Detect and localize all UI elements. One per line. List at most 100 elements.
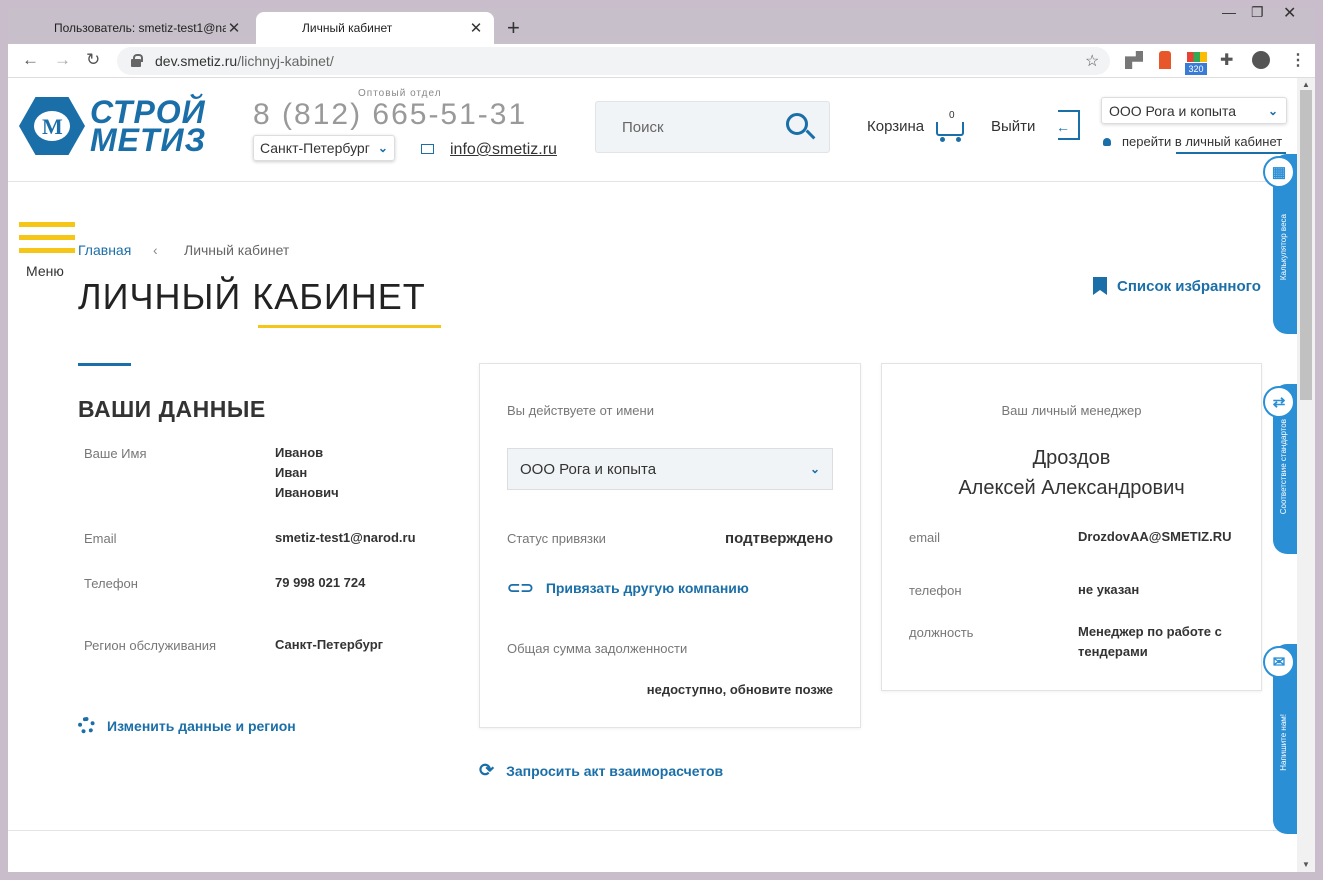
favorites-label: Список избранного — [1117, 277, 1261, 295]
menu-burger-icon[interactable] — [19, 222, 75, 261]
scroll-up-icon[interactable]: ▲ — [1302, 80, 1310, 89]
patronymic-value: Иванович — [275, 485, 339, 500]
manager-position-label: должность — [909, 625, 974, 640]
goto-cabinet-underline — [1176, 152, 1286, 154]
company-select[interactable]: ООО Рога и копыта ⌄ — [1101, 97, 1287, 124]
calculator-icon[interactable]: ▦ — [1263, 156, 1295, 188]
manager-position-value: Менеджер по работе с тендерами — [1078, 624, 1222, 659]
email-value: smetiz-test1@narod.ru — [275, 530, 416, 545]
resolution-extension-icon[interactable] — [1187, 52, 1207, 62]
manager-phone-label: телефон — [909, 583, 962, 598]
acting-label: Вы действуете от имени — [507, 403, 654, 418]
tab-cabinet[interactable]: Личный кабинет ✕ — [256, 12, 494, 44]
url-path: /lichnyj-kabinet/ — [237, 53, 334, 69]
cart-count: 0 — [949, 110, 955, 121]
section-accent-line — [78, 363, 131, 366]
forward-icon[interactable]: → — [54, 50, 71, 70]
back-icon[interactable]: ← — [22, 50, 39, 70]
breadcrumb-home[interactable]: Главная — [78, 242, 131, 258]
bookmark-star-icon[interactable]: ☆ — [1085, 51, 1099, 71]
close-window-button[interactable]: ✕ — [1283, 3, 1296, 23]
edit-data-label: Изменить данные и регион — [107, 717, 296, 734]
header-email-link[interactable]: info@smetiz.ru — [450, 141, 557, 159]
cart-label[interactable]: Корзина — [867, 118, 924, 135]
tab-title: Пользователь: smetiz-test1@nar — [54, 21, 226, 35]
link-other-company[interactable]: ⊂⊃ Привязать другую компанию — [507, 578, 749, 598]
page-title-part2: КАБИНЕТ — [252, 276, 426, 317]
breadcrumb-separator-icon: ‹ — [153, 242, 158, 258]
maximize-button[interactable]: ❐ — [1251, 4, 1264, 21]
phone-label: Телефон — [84, 576, 138, 591]
status-label: Статус привязки — [507, 531, 606, 546]
resolution-badge: 320 — [1185, 63, 1207, 75]
scrollbar-thumb[interactable] — [1300, 90, 1312, 400]
logout-arrow-icon: ← — [1056, 119, 1070, 135]
edit-data-link[interactable]: Изменить данные и регион — [78, 717, 296, 734]
chat-icon[interactable]: ✉ — [1263, 646, 1295, 678]
profile-avatar-icon[interactable] — [1252, 51, 1270, 69]
region-label: Регион обслуживания — [84, 638, 217, 653]
envelope-icon — [421, 144, 434, 154]
lock-icon — [131, 54, 143, 67]
company-select-value: ООО Рога и копыта — [1109, 102, 1237, 119]
status-value: подтверждено — [725, 530, 833, 547]
debt-value: недоступно, обновите позже — [646, 682, 833, 697]
manager-email-label: email — [909, 530, 941, 545]
puzzle-extensions-icon[interactable]: ✚ — [1220, 50, 1233, 70]
manager-name: Алексей Александрович — [958, 477, 1185, 499]
address-bar[interactable]: dev.smetiz.ru/lichnyj-kabinet/ — [117, 47, 1110, 75]
manager-heading: Ваш личный менеджер — [1001, 403, 1142, 418]
email-label: Email — [84, 531, 117, 546]
company-card: Вы действуете от имени ООО Рога и копыта… — [479, 363, 861, 728]
first-name-value: Иван — [275, 465, 308, 480]
cart-icon[interactable] — [936, 122, 964, 136]
company-card-select-value: ООО Рога и копыта — [520, 460, 657, 478]
tab-user[interactable]: Пользователь: smetiz-test1@nar ✕ — [8, 12, 252, 44]
logout-label[interactable]: Выйти — [991, 118, 1035, 135]
menu-label[interactable]: Меню — [26, 263, 64, 279]
gear-icon — [78, 717, 95, 734]
company-card-select[interactable]: ООО Рога и копыта ⌄ — [507, 448, 833, 490]
last-name-value: Иванов — [275, 445, 324, 460]
close-tab-icon[interactable]: ✕ — [226, 19, 242, 37]
city-selector[interactable]: Санкт-Петербург ⌄ — [253, 135, 395, 161]
header-phone[interactable]: 8 (812) 665-51-31 — [253, 98, 527, 132]
side-widget-standards-label: Соответствие стандартов — [1279, 419, 1288, 515]
browser-menu-icon[interactable]: ⋮ — [1290, 50, 1306, 70]
cart-wheel — [956, 137, 961, 142]
chain-link-icon: ⊂⊃ — [507, 580, 534, 597]
link-other-label: Привязать другую компанию — [545, 580, 749, 596]
bookmark-icon — [1093, 277, 1107, 295]
swap-arrows-icon[interactable]: ⇄ — [1263, 386, 1295, 418]
close-tab-icon[interactable]: ✕ — [468, 19, 484, 37]
manager-phone-value: не указан — [1078, 582, 1140, 597]
search-placeholder: Поиск — [622, 118, 664, 136]
logo-m-icon: M — [42, 114, 63, 139]
reload-icon[interactable]: ↻ — [86, 50, 100, 70]
page-title: ЛИЧНЫЙ КАБИНЕТ — [78, 276, 426, 318]
phone-value: 79 998 021 724 — [275, 575, 366, 590]
request-act-label: Запросить акт взаиморасчетов — [506, 762, 724, 779]
page-viewport: M СТРОЙ МЕТИЗ Оптовый отдел 8 (812) 665-… — [8, 78, 1297, 872]
url-host: dev.smetiz.ru — [155, 53, 238, 69]
new-tab-button[interactable]: + — [507, 15, 520, 41]
footer-divider — [8, 830, 1297, 831]
favorites-link[interactable]: Список избранного — [1093, 277, 1261, 295]
request-act-link[interactable]: ⟳ Запросить акт взаиморасчетов — [479, 760, 723, 781]
manager-last-name: Дроздов — [1032, 447, 1111, 469]
scroll-down-icon[interactable]: ▼ — [1302, 860, 1310, 869]
breadcrumb-current: Личный кабинет — [184, 242, 290, 258]
extension-lighthouse-icon[interactable] — [1159, 51, 1171, 69]
refresh-icon: ⟳ — [479, 760, 495, 780]
region-value: Санкт-Петербург — [275, 637, 384, 652]
page-title-part1: ЛИЧНЫЙ — [78, 276, 242, 317]
user-data-heading: ВАШИ ДАННЫЕ — [78, 396, 266, 422]
goto-cabinet-link[interactable]: перейти в личный кабинет — [1122, 134, 1282, 149]
manager-email-value[interactable]: DrozdovAA@SMETIZ.RU — [1078, 527, 1232, 547]
manager-card: Ваш личный менеджер Дроздов Алексей Алек… — [881, 363, 1262, 691]
logo-line2[interactable]: МЕТИЗ — [90, 124, 206, 156]
name-label: Ваше Имя — [84, 446, 147, 461]
side-widget-write-us-label: Напишите нам! — [1279, 714, 1288, 771]
cart-wheel — [940, 137, 945, 142]
minimize-button[interactable]: — — [1222, 4, 1236, 20]
